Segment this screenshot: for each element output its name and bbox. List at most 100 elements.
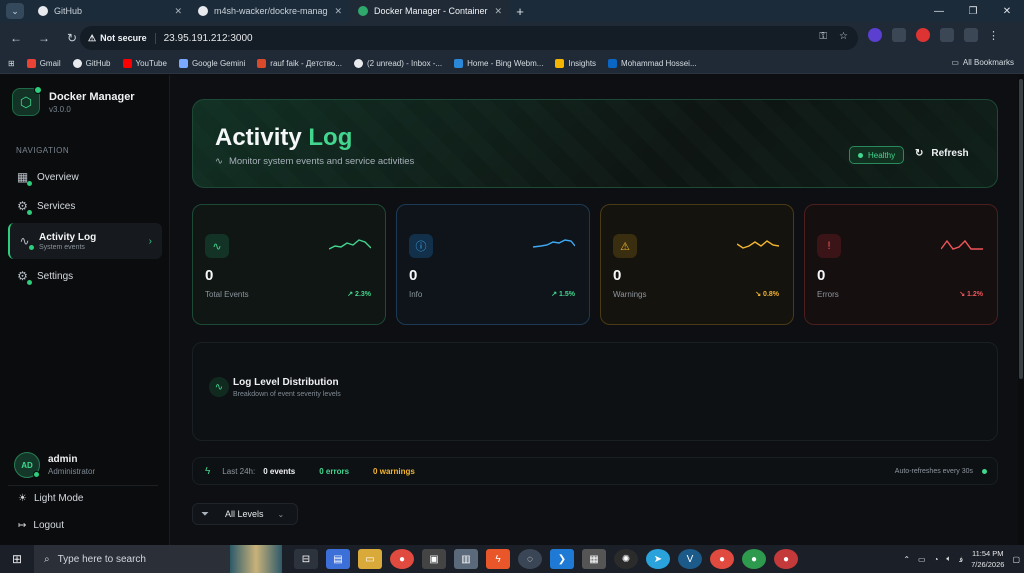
new-tab-button[interactable]: + (510, 0, 530, 22)
status-dot (34, 86, 42, 94)
bookmark-linkedin[interactable]: Mohammad Hossei... (608, 59, 697, 68)
user-profile[interactable]: AD admin Administrator (14, 452, 95, 478)
error-icon: ! (817, 234, 841, 258)
task-view-icon[interactable]: ⊟ (294, 549, 318, 569)
github-icon (72, 59, 82, 68)
bookmark-bing[interactable]: Home - Bing Webm... (454, 59, 543, 68)
app-icon[interactable]: ◌ (518, 549, 542, 569)
extension-icon[interactable] (892, 28, 906, 42)
telegram-icon[interactable]: ➤ (646, 549, 670, 569)
bookmark-insights[interactable]: Insights (555, 59, 596, 68)
taskbar-apps: ⊟ ▤ ▭ ● ▣ ▥ ϟ ◌ ❯ ▦ ✺ ➤ V ● ● ● (294, 549, 798, 569)
light-mode-button[interactable]: ☀ Light Mode (18, 493, 83, 504)
bookmark-inbox[interactable]: (2 unread) - Inbox -... (353, 59, 442, 68)
search-highlight-image (230, 545, 282, 573)
chrome-icon[interactable]: ● (774, 549, 798, 569)
taskbar-search-input[interactable]: ⌕ Type here to search (34, 545, 230, 573)
search-icon: ⌕ (44, 553, 50, 565)
insights-icon (555, 59, 565, 68)
sidebar-item-services[interactable]: ⚙ Services (8, 194, 162, 218)
url-input[interactable]: ⚠ Not secure 23.95.191.212:3000 ⚿ ☆ (80, 26, 858, 50)
apps-icon[interactable]: ⊞ (8, 59, 15, 68)
close-icon[interactable]: ✕ (494, 6, 502, 17)
main-content: Activity Log ∿ Monitor system events and… (170, 75, 1020, 545)
stat-card-info: ⓘ 0 Info ↗ 1.5% (396, 204, 590, 325)
logout-button[interactable]: ↦ Logout (18, 520, 64, 531)
bookmark-star-icon[interactable]: ☆ (839, 31, 848, 42)
puzzle-icon[interactable] (940, 28, 954, 42)
browser-tab-strip: ⌄ GitHub ✕ m4sh-wacker/dockre-manager ✕ … (0, 0, 1024, 22)
sidebar-item-settings[interactable]: ⚙ Settings (8, 264, 162, 288)
browser-tab-github[interactable]: GitHub ✕ (30, 0, 190, 22)
system-clock[interactable]: 11:54 PM 7/26/2026 (971, 548, 1004, 570)
warnings-count: 0 warnings (373, 466, 415, 476)
extension-icon[interactable] (916, 28, 930, 42)
tab-search-button[interactable]: ⌄ (6, 3, 24, 19)
password-key-icon[interactable]: ⚿ (819, 31, 827, 42)
page-scrollbar[interactable] (1018, 75, 1024, 545)
notification-icon[interactable]: ▢ (1012, 555, 1020, 564)
all-bookmarks-button[interactable]: ▭ All Bookmarks (951, 58, 1014, 67)
language-icon[interactable]: ﻓ (959, 555, 963, 564)
gmail-icon (26, 59, 36, 68)
address-bar: ← → ↻ ⚠ Not secure 23.95.191.212:3000 ⚿ … (0, 22, 1024, 54)
close-icon[interactable]: ✕ (334, 6, 342, 17)
bookmark-gmail[interactable]: Gmail (26, 59, 61, 68)
terminal-icon[interactable]: ▣ (422, 549, 446, 569)
profile-avatar-icon[interactable] (964, 28, 978, 42)
minimize-button[interactable]: — (922, 0, 956, 22)
app-icon[interactable]: ϟ (486, 549, 510, 569)
vscode-icon[interactable]: ❯ (550, 549, 574, 569)
activity-pulse-icon: ∿ (215, 156, 223, 167)
sidebar-item-overview[interactable]: ▦ Overview (8, 165, 162, 189)
stat-card-warnings: ⚠ 0 Warnings ↘ 0.8% (600, 204, 794, 325)
stat-card-errors: ! 0 Errors ↘ 1.2% (804, 204, 998, 325)
kebab-menu-icon[interactable]: ⋮ (988, 29, 999, 42)
chrome-icon[interactable]: ● (390, 549, 414, 569)
info-icon: ⓘ (409, 234, 433, 258)
speaker-icon[interactable]: 🔈︎ (946, 554, 951, 564)
brand: ⬡ Docker Manager v3.0.0 (12, 86, 135, 116)
mail-icon (353, 59, 363, 68)
security-indicator[interactable]: ⚠ Not secure (88, 32, 156, 44)
app-icon[interactable]: ▦ (582, 549, 606, 569)
activity-pulse-icon: ∿ (209, 377, 229, 397)
close-icon[interactable]: ✕ (174, 6, 182, 17)
events-count: 0 events (263, 466, 296, 476)
warning-icon: ⚠ (88, 32, 97, 43)
app-icon[interactable]: V (678, 549, 702, 569)
nav-heading: NAVIGATION (16, 146, 70, 155)
chevron-down-icon: ⌄ (277, 509, 285, 519)
browser-tab-docker-manager[interactable]: Docker Manager - Container O ✕ (350, 0, 510, 22)
bookmark-rauf-faik[interactable]: rauf faik - Детство... (257, 59, 342, 68)
restore-button[interactable]: ❐ (956, 0, 990, 22)
folder-icon: ▭ (951, 58, 959, 67)
bookmark-gemini[interactable]: Google Gemini (178, 59, 245, 68)
window-controls: — ❐ ✕ (922, 0, 1024, 22)
close-window-button[interactable]: ✕ (990, 0, 1024, 22)
extension-icon[interactable] (868, 28, 882, 42)
user-role: Administrator (48, 467, 96, 476)
back-button[interactable]: ← (4, 26, 28, 50)
chatgpt-icon[interactable]: ✺ (614, 549, 638, 569)
sidebar-item-activity-log[interactable]: ∿ Activity Log System events › (8, 223, 162, 259)
live-indicator-dot (982, 468, 987, 474)
windows-start-button[interactable]: ⊞ (0, 545, 34, 573)
bookmark-github[interactable]: GitHub (72, 59, 111, 68)
battery-icon[interactable]: ▭ (918, 555, 926, 564)
chrome-icon[interactable]: ● (742, 549, 766, 569)
divider (8, 485, 158, 486)
log-level-filter-select[interactable]: ⏷ All Levels ⌄ (192, 503, 298, 525)
chrome-icon[interactable]: ● (710, 549, 734, 569)
store-icon[interactable]: ▤ (326, 549, 350, 569)
file-explorer-icon[interactable]: ▭ (358, 549, 382, 569)
brand-version: v3.0.0 (49, 104, 71, 114)
browser-tab-repo[interactable]: m4sh-wacker/dockre-manager ✕ (190, 0, 350, 22)
bookmark-youtube[interactable]: YouTube (122, 59, 167, 68)
linkedin-icon (608, 59, 618, 68)
refresh-button[interactable]: ↻ Refresh (915, 148, 969, 159)
chevron-up-icon[interactable]: ⌃ (903, 555, 910, 564)
app-icon[interactable]: ▥ (454, 549, 478, 569)
forward-button[interactable]: → (32, 26, 56, 50)
network-icon[interactable]: ◔ (934, 555, 939, 564)
